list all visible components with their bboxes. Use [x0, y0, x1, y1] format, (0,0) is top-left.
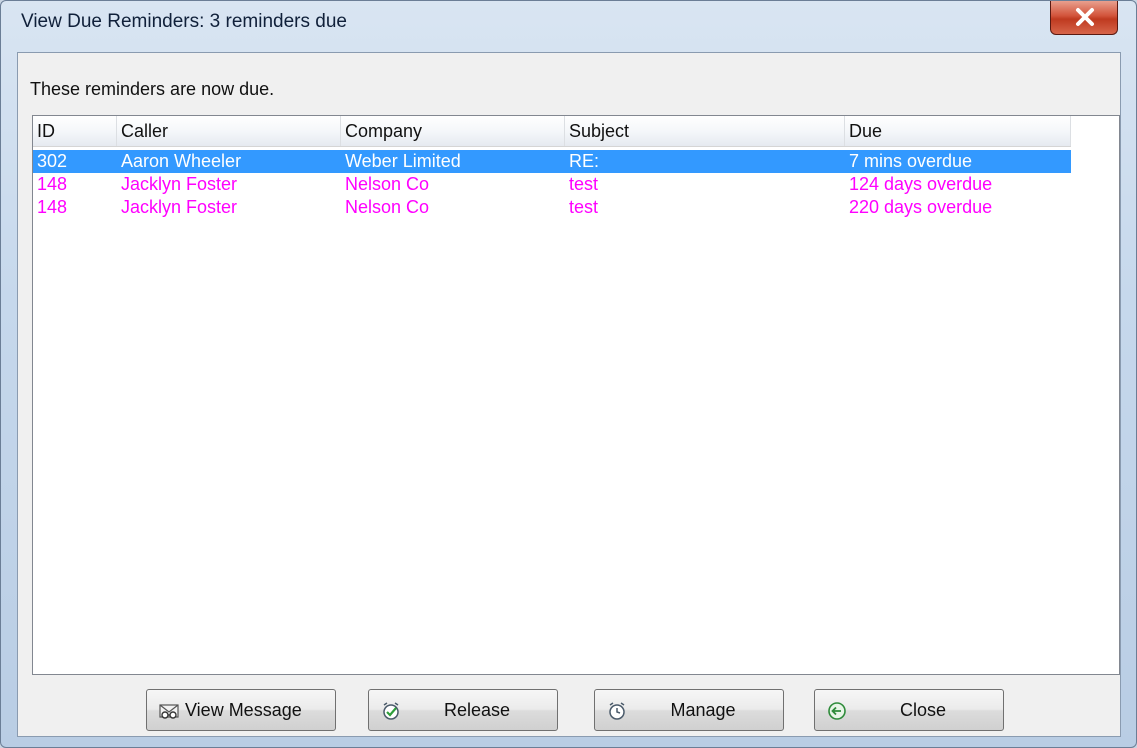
manage-label: Manage	[670, 700, 736, 720]
cell-company: Weber Limited	[345, 151, 461, 171]
window-close-button[interactable]	[1050, 1, 1118, 35]
cell-caller: Jacklyn Foster	[121, 174, 238, 194]
view-message-label: View Message	[185, 700, 302, 720]
table-row[interactable]: 302 Aaron Wheeler Weber Limited RE: 7 mi…	[33, 150, 1071, 173]
cell-due: 220 days overdue	[849, 197, 993, 217]
reminders-list[interactable]: ID Caller Company Subject Due 302 Aaron …	[32, 115, 1120, 675]
view-message-icon	[159, 704, 179, 719]
cell-id: 302	[37, 151, 68, 171]
close-label: Close	[899, 700, 947, 720]
reminders-window: View Due Reminders: 3 reminders due Thes…	[0, 0, 1137, 748]
cell-company: Nelson Co	[345, 174, 430, 194]
cell-caller: Aaron Wheeler	[121, 151, 242, 171]
release-label: Release	[443, 700, 511, 720]
alarm-clock-icon	[609, 702, 625, 720]
cell-due: 124 days overdue	[849, 174, 993, 194]
list-header: ID Caller Company Subject Due	[33, 116, 1071, 147]
column-header-due[interactable]: Due	[845, 116, 1071, 146]
cell-due: 7 mins overdue	[849, 151, 973, 171]
column-header-caller[interactable]: Caller	[117, 116, 341, 146]
column-header-subject[interactable]: Subject	[565, 116, 845, 146]
cell-company: Nelson Co	[345, 197, 430, 217]
release-button[interactable]: Release	[368, 689, 558, 731]
dialog-body: These reminders are now due. ID Caller C…	[17, 52, 1121, 737]
view-message-button[interactable]: View Message	[146, 689, 336, 731]
cell-id: 148	[37, 197, 68, 217]
back-arrow-icon	[828, 702, 846, 720]
release-icon	[383, 702, 399, 720]
close-icon	[1076, 8, 1094, 26]
title-bar[interactable]: View Due Reminders: 3 reminders due	[1, 1, 1136, 43]
manage-button[interactable]: Manage	[594, 689, 784, 731]
cell-caller: Jacklyn Foster	[121, 197, 238, 217]
table-row[interactable]: 148 Jacklyn Foster Nelson Co test 124 da…	[33, 173, 1071, 196]
cell-subject: RE:	[569, 151, 600, 171]
cell-subject: test	[569, 174, 599, 194]
column-header-company[interactable]: Company	[341, 116, 565, 146]
column-header-id[interactable]: ID	[33, 116, 117, 146]
cell-subject: test	[569, 197, 599, 217]
window-title: View Due Reminders: 3 reminders due	[21, 11, 347, 32]
close-button[interactable]: Close	[814, 689, 1004, 731]
table-row[interactable]: 148 Jacklyn Foster Nelson Co test 220 da…	[33, 196, 1071, 219]
instructions-text: These reminders are now due.	[30, 79, 275, 99]
cell-id: 148	[37, 174, 68, 194]
